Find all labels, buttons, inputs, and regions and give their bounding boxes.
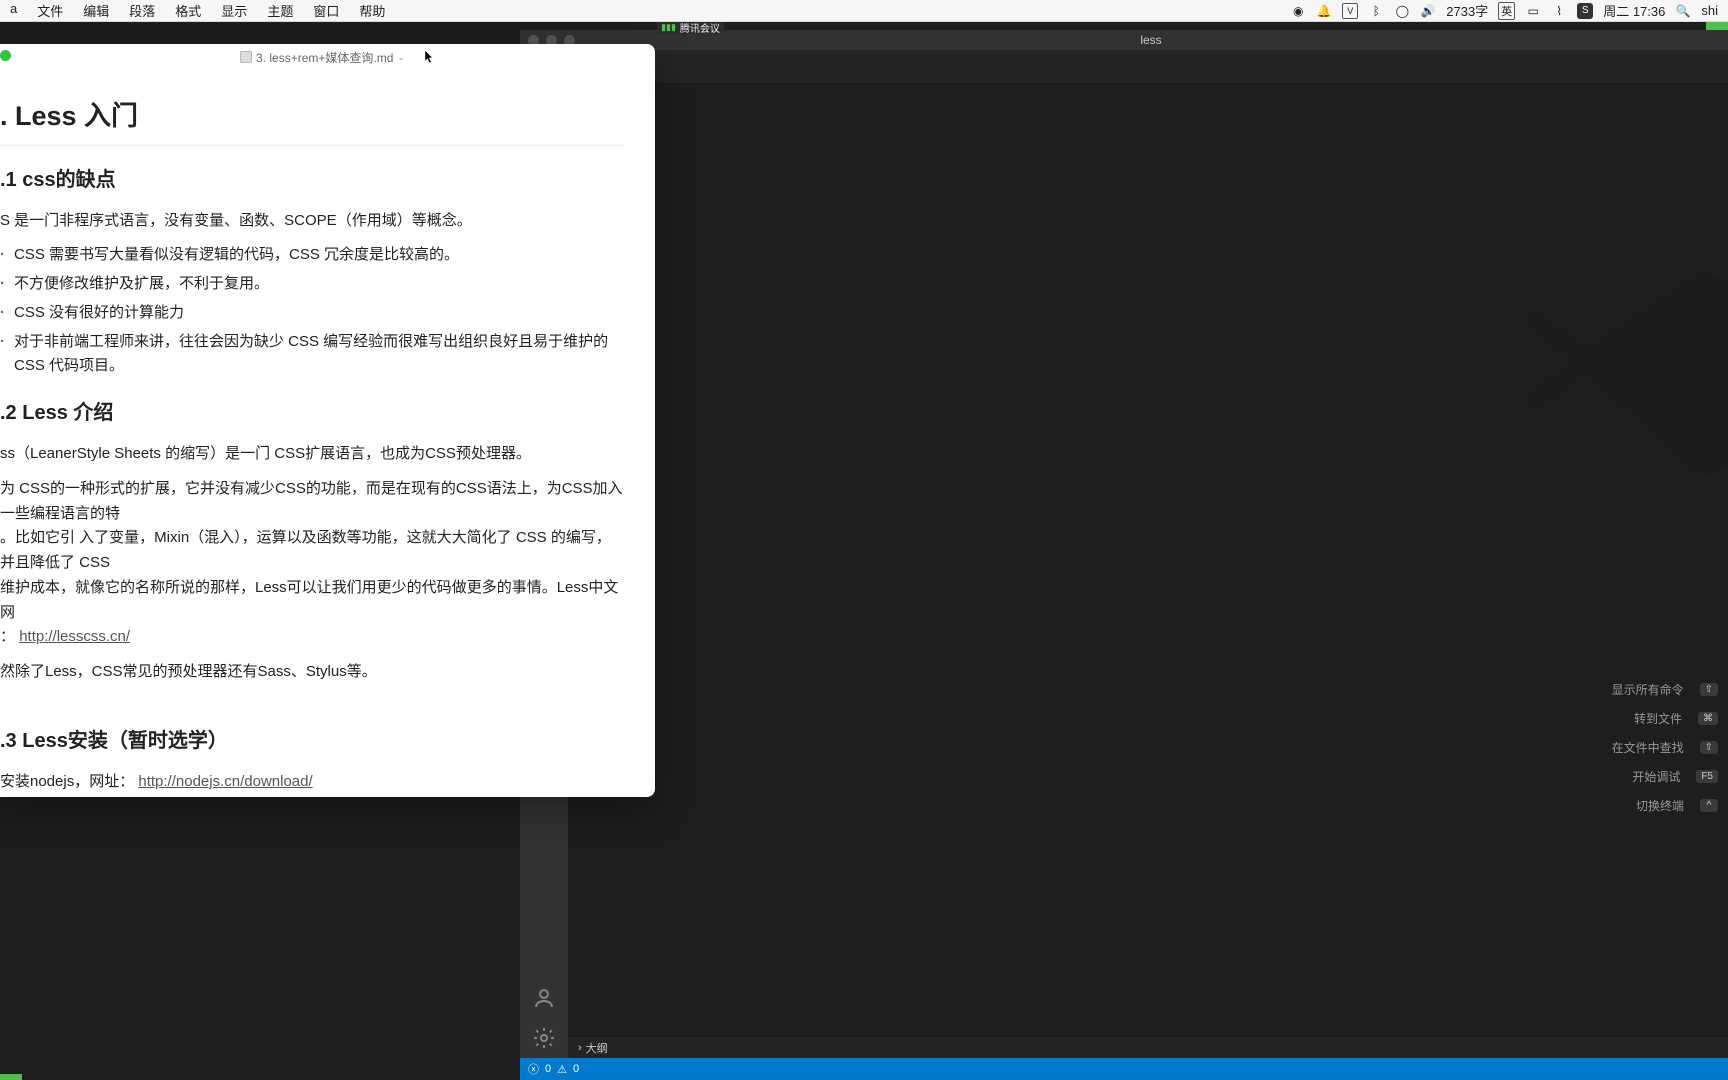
- typora-titlebar: 3. less+rem+媒体查询.md ⌄: [0, 44, 655, 66]
- spotlight-icon[interactable]: 🔍: [1675, 3, 1691, 19]
- typora-editor[interactable]: . Less 入门 .1 css的缺点 S 是一门非程序式语言，没有变量、函数、…: [0, 66, 655, 797]
- text: 维护成本，就像它的名称所说的那样，Less可以让我们用更少的代码做更多的事情。L…: [0, 579, 618, 621]
- cmd-key: ⇧: [1700, 741, 1718, 754]
- vscode-outline-panel[interactable]: › 大纲: [568, 1036, 1728, 1058]
- list-item: 不方便修改维护及扩展，不利于复用。: [0, 272, 625, 297]
- cmd-find-in-files: 在文件中查找 ⇧: [1458, 733, 1718, 762]
- heading-1: . Less 入门: [0, 94, 625, 146]
- outline-label: 大纲: [586, 1040, 608, 1056]
- cmd-label: 开始调试: [1632, 768, 1680, 785]
- warning-count: 0: [573, 1063, 579, 1075]
- record-icon[interactable]: ◉: [1290, 3, 1306, 19]
- file-icon: [240, 51, 252, 63]
- menubar-left: a 文件 编辑 段落 格式 显示 主题 窗口 帮助: [0, 1, 395, 20]
- vscode-window: less ⋯ 显示所有命令 ⇧ 转到文件 ⌘ 在文件中查找 ⇧ 开始调试 F5: [520, 30, 1728, 1080]
- s-icon[interactable]: S: [1577, 3, 1593, 19]
- cmd-key: F5: [1696, 770, 1718, 783]
- vscode-command-hints: 显示所有命令 ⇧ 转到文件 ⌘ 在文件中查找 ⇧ 开始调试 F5 切换终端 ^: [1458, 675, 1718, 820]
- error-icon[interactable]: ⓧ: [528, 1061, 539, 1077]
- max-dot[interactable]: [0, 50, 11, 61]
- menu-file[interactable]: 文件: [27, 1, 73, 20]
- macos-menubar: a 文件 编辑 段落 格式 显示 主题 窗口 帮助 ◉ 🔔 V ᛒ ◯ 🔊 27…: [0, 0, 1728, 22]
- menubar-right: ◉ 🔔 V ᛒ ◯ 🔊 2733字 英 ▭ ⌇ S 周二 17:36 🔍 shi: [1290, 1, 1728, 20]
- gear-icon[interactable]: [532, 1026, 556, 1050]
- menu-edit[interactable]: 编辑: [73, 1, 119, 20]
- v-icon[interactable]: V: [1342, 3, 1358, 19]
- display-icon[interactable]: ▭: [1525, 3, 1541, 19]
- user-menu[interactable]: shi: [1701, 3, 1718, 18]
- bluetooth-icon[interactable]: ᛒ: [1368, 3, 1384, 19]
- error-count: 0: [545, 1063, 551, 1075]
- link-lesscss[interactable]: http://lesscss.cn/: [19, 628, 130, 645]
- cmd-show-all: 显示所有命令 ⇧: [1458, 675, 1718, 704]
- clock[interactable]: 周二 17:36: [1603, 1, 1665, 20]
- heading-2-less-intro: .2 Less 介绍: [0, 397, 625, 430]
- text: 为 CSS的一种形式的扩展，它并没有减少CSS的功能，而是在现有的CSS语法上，…: [0, 480, 623, 522]
- char-count[interactable]: 2733字: [1446, 1, 1488, 20]
- circle-icon[interactable]: ◯: [1394, 3, 1410, 19]
- cmd-toggle-terminal: 切换终端 ^: [1458, 791, 1718, 820]
- cmd-label: 在文件中查找: [1612, 739, 1684, 756]
- wifi-icon[interactable]: ⌇: [1551, 3, 1567, 19]
- signal-icon: ▮▮▮: [661, 22, 676, 33]
- text: 。比如它引 入了变量，Mixin（混入），运算以及函数等功能，这就大大简化了 C…: [0, 529, 611, 571]
- text: 安装nodejs，网址：: [0, 773, 134, 790]
- menu-format[interactable]: 格式: [165, 1, 211, 20]
- typora-filename[interactable]: 3. less+rem+媒体查询.md ⌄: [240, 49, 405, 66]
- cmd-label: 切换终端: [1636, 797, 1684, 814]
- list-item: CSS 没有很好的计算能力: [0, 301, 625, 326]
- typora-traffic-lights[interactable]: [0, 50, 11, 61]
- cmd-start-debug: 开始调试 F5: [1458, 762, 1718, 791]
- vscode-logo-watermark: [1508, 244, 1728, 504]
- menu-help[interactable]: 帮助: [349, 1, 395, 20]
- ime-indicator[interactable]: 英: [1498, 2, 1515, 20]
- link-nodejs[interactable]: http://nodejs.cn/download/: [138, 773, 312, 790]
- list-item: CSS 需要书写大量看似没有逻辑的代码，CSS 冗余度是比较高的。: [0, 243, 625, 268]
- heading-2-less-install: .3 Less安装（暂时选学）: [0, 725, 625, 758]
- menu-view[interactable]: 显示: [211, 1, 257, 20]
- cmd-key: ⌘: [1698, 712, 1718, 725]
- menu-window[interactable]: 窗口: [303, 1, 349, 20]
- cmd-key: ⇧: [1700, 683, 1718, 696]
- text: ：: [0, 628, 15, 645]
- tencent-meeting-bar[interactable]: ▮▮▮ 腾讯会议: [657, 20, 724, 34]
- bell-icon[interactable]: 🔔: [1316, 3, 1332, 19]
- vscode-editor-area: 显示所有命令 ⇧ 转到文件 ⌘ 在文件中查找 ⇧ 开始调试 F5 切换终端 ^: [520, 84, 1728, 1080]
- heading-2-css-cons: .1 css的缺点: [0, 164, 625, 197]
- vscode-title: less: [582, 33, 1720, 47]
- menu-theme[interactable]: 主题: [257, 1, 303, 20]
- filename-text: 3. less+rem+媒体查询.md: [256, 49, 393, 66]
- vscode-tabbar: ⋯: [520, 50, 1728, 84]
- paragraph: ss（LeanerStyle Sheets 的缩写）是一门 CSS扩展语言，也成…: [0, 442, 625, 467]
- green-accent-bar: [0, 1074, 22, 1080]
- account-icon[interactable]: [532, 986, 556, 1010]
- vscode-statusbar: ⓧ 0 ⚠ 0: [520, 1058, 1728, 1080]
- paragraph: S 是一门非程序式语言，没有变量、函数、SCOPE（作用域）等概念。: [0, 209, 625, 234]
- cmd-label: 显示所有命令: [1612, 681, 1684, 698]
- volume-icon[interactable]: 🔊: [1420, 3, 1436, 19]
- menu-paragraph[interactable]: 段落: [119, 1, 165, 20]
- cmd-goto-file: 转到文件 ⌘: [1458, 704, 1718, 733]
- typora-window: 3. less+rem+媒体查询.md ⌄ . Less 入门 .1 css的缺…: [0, 44, 655, 797]
- chevron-down-icon[interactable]: ⌄: [397, 52, 405, 63]
- list: CSS 需要书写大量看似没有逻辑的代码，CSS 冗余度是比较高的。 不方便修改维…: [0, 243, 625, 379]
- paragraph: 然除了Less，CSS常见的预处理器还有Sass、Stylus等。: [0, 660, 625, 685]
- paragraph: 安装nodejs，网址： http://nodejs.cn/download/: [0, 770, 625, 795]
- cmd-label: 转到文件: [1634, 710, 1682, 727]
- warning-icon[interactable]: ⚠: [557, 1063, 567, 1076]
- menu-app[interactable]: a: [0, 1, 27, 20]
- chevron-right-icon: ›: [578, 1042, 582, 1054]
- list-item: 对于非前端工程师来讲，往往会因为缺少 CSS 编写经验而很难写出组织良好且易于维…: [0, 330, 625, 380]
- paragraph: 为 CSS的一种形式的扩展，它并没有减少CSS的功能，而是在现有的CSS语法上，…: [0, 477, 625, 650]
- cmd-key: ^: [1700, 799, 1718, 812]
